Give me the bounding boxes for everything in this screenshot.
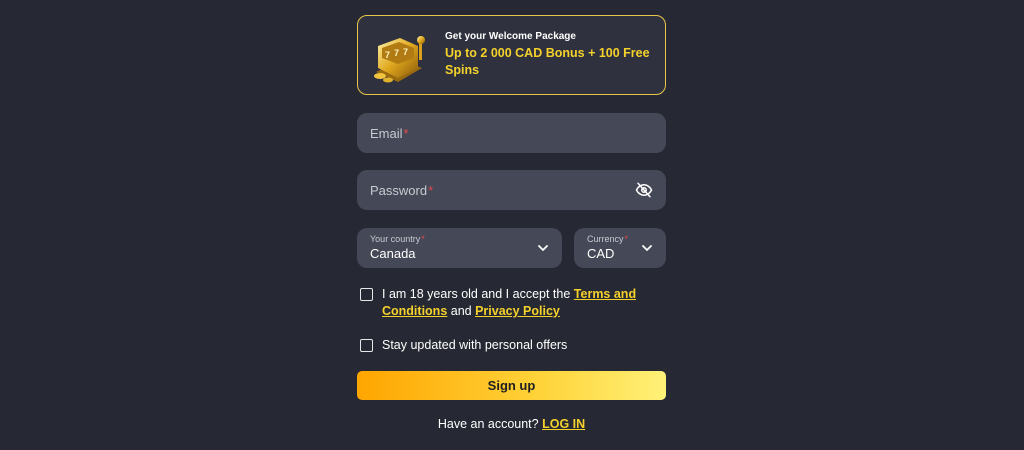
offers-text: Stay updated with personal offers xyxy=(382,338,568,352)
signup-form: 7 7 7 Get your Welcome Package Up to 2 0… xyxy=(357,15,666,431)
privacy-policy-link[interactable]: Privacy Policy xyxy=(475,304,560,318)
required-mark: * xyxy=(428,182,434,198)
offers-checkbox[interactable] xyxy=(360,339,373,352)
svg-text:7: 7 xyxy=(385,50,390,60)
offers-consent-row: Stay updated with personal offers xyxy=(360,337,567,354)
password-label: Password* xyxy=(370,182,434,198)
chevron-down-icon xyxy=(538,245,548,251)
promo-subtitle: Get your Welcome Package xyxy=(445,31,576,42)
login-prompt-text: Have an account? xyxy=(437,417,539,431)
currency-value: CAD xyxy=(587,246,615,261)
promo-title: Up to 2 000 CAD Bonus + 100 Free Spins xyxy=(445,46,650,77)
welcome-package-banner: 7 7 7 Get your Welcome Package Up to 2 0… xyxy=(357,15,666,95)
slot-machine-icon: 7 7 7 xyxy=(374,36,425,83)
currency-label: Currency* xyxy=(587,234,629,244)
country-value: Canada xyxy=(370,246,416,261)
terms-checkbox[interactable] xyxy=(360,288,373,301)
email-label: Email* xyxy=(370,125,409,141)
login-link[interactable]: LOG IN xyxy=(542,417,585,431)
required-mark: * xyxy=(403,125,409,141)
country-label: Your country* xyxy=(370,234,425,244)
country-select[interactable]: Your country* Canada xyxy=(357,228,562,268)
login-prompt: Have an account? LOG IN xyxy=(357,417,666,431)
terms-consent-row: I am 18 years old and I accept the Terms… xyxy=(360,286,637,320)
eye-off-icon[interactable] xyxy=(635,181,653,199)
terms-text: I am 18 years old and I accept the Terms… xyxy=(382,287,637,318)
password-field[interactable]: Password* xyxy=(357,170,666,210)
email-field[interactable]: Email* xyxy=(357,113,666,153)
currency-select[interactable]: Currency* CAD xyxy=(574,228,666,268)
sign-up-button[interactable]: Sign up xyxy=(357,371,666,400)
svg-text:7: 7 xyxy=(403,47,408,57)
chevron-down-icon xyxy=(642,245,652,251)
svg-text:7: 7 xyxy=(394,48,399,58)
